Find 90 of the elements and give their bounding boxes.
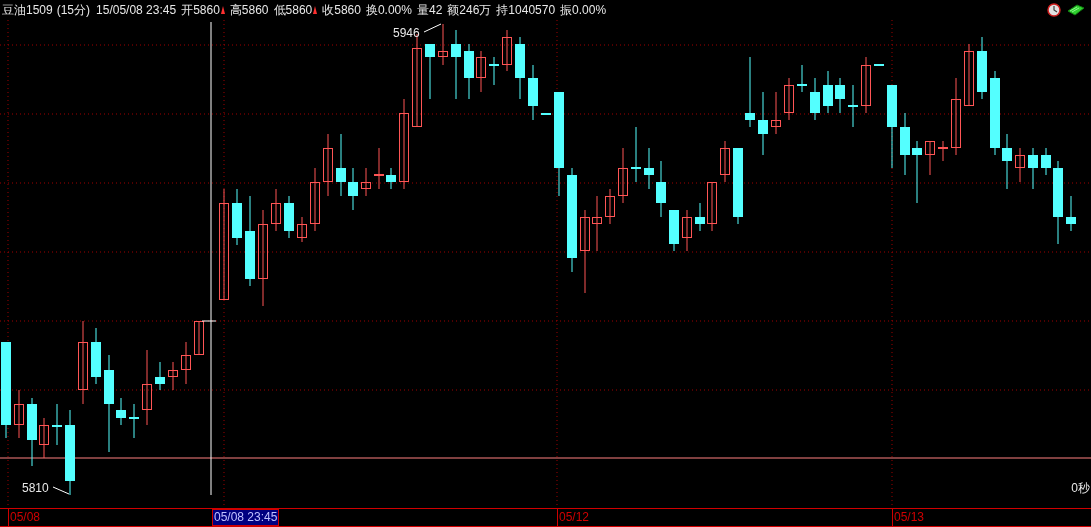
candlestick	[232, 188, 242, 246]
candlestick	[669, 209, 679, 252]
candlestick	[116, 397, 126, 426]
clock-icon[interactable]	[1047, 3, 1061, 17]
axis-date-label: 05/08	[8, 509, 41, 526]
candlestick	[374, 147, 384, 190]
candlestick	[91, 327, 101, 385]
candlestick	[476, 50, 486, 93]
candlestick	[874, 63, 884, 67]
candlestick	[823, 70, 833, 114]
quote-field: 低5860	[273, 1, 313, 19]
candlestick	[1028, 147, 1038, 190]
candlestick	[707, 181, 717, 232]
candlestick	[194, 320, 204, 356]
candlestick	[502, 29, 512, 72]
candlestick	[1041, 147, 1051, 176]
candlestick	[592, 195, 602, 252]
quote-field: 量42	[416, 1, 443, 19]
candlestick	[515, 36, 525, 100]
candlestick	[361, 167, 371, 197]
candlestick	[528, 64, 538, 121]
candlestick	[438, 23, 448, 66]
candlestick	[977, 36, 987, 100]
quote-field: 持1040570	[496, 1, 556, 19]
candlestick	[39, 417, 49, 459]
book-icon[interactable]	[1067, 4, 1085, 16]
candlestick	[900, 112, 910, 176]
candlestick	[720, 140, 730, 183]
triangle-icon	[313, 6, 318, 14]
candlestick	[27, 397, 37, 467]
candlestick	[489, 56, 499, 86]
candlestick	[1066, 195, 1076, 232]
candlestick	[605, 188, 615, 225]
candlestick	[155, 361, 165, 391]
candlestick	[771, 91, 781, 135]
instrument-name: 豆油1509	[2, 2, 53, 19]
candlestick	[52, 403, 62, 446]
candlestick	[682, 209, 692, 252]
bar-time: 15/05/08 23:45	[96, 2, 177, 19]
candlestick	[541, 112, 551, 116]
candlestick	[784, 77, 794, 121]
candlestick	[848, 84, 858, 128]
candlestick	[938, 140, 948, 162]
candlestick	[348, 167, 358, 211]
triangle-icon	[220, 6, 225, 14]
axis-date-label: 05/12	[557, 509, 590, 526]
high-price-label: 5946	[393, 25, 420, 42]
candlestick	[168, 361, 178, 391]
leader-line	[423, 23, 442, 33]
candlestick	[964, 43, 974, 107]
candlestick	[758, 91, 768, 156]
quote-field: 高5860	[229, 1, 269, 19]
candlestick	[912, 140, 922, 204]
candlestick	[181, 341, 191, 385]
candlestick	[323, 133, 333, 197]
candlestick	[14, 389, 24, 439]
axis-date-label: 05/13	[892, 509, 925, 526]
candlestick	[297, 216, 307, 243]
candlestick	[336, 133, 346, 197]
candlestick	[1015, 147, 1025, 183]
candlestick	[835, 77, 845, 114]
quote-field: 换0.00%	[365, 1, 412, 19]
countdown-label: 0秒	[1071, 480, 1090, 497]
candlestick	[1002, 133, 1012, 190]
period-label: (15分)	[56, 2, 91, 19]
leader-line	[52, 486, 70, 495]
candlestick	[797, 64, 807, 93]
candlestick	[745, 56, 755, 128]
candlestick	[425, 43, 435, 100]
quote-field: 开5860	[181, 1, 220, 19]
candlestick	[451, 29, 461, 100]
candlestick	[695, 202, 705, 232]
quote-field: 振0.00%	[560, 1, 607, 19]
candlestick	[129, 403, 139, 439]
candlestick	[925, 140, 935, 176]
candlestick	[310, 167, 320, 232]
candlestick	[861, 56, 871, 114]
candlestick	[386, 167, 396, 190]
candlestick	[644, 147, 654, 190]
candlestick	[284, 195, 294, 239]
low-price-label: 5810	[22, 480, 49, 497]
candlestick	[618, 147, 628, 204]
quote-field: 收5860	[322, 1, 361, 19]
candlestick	[810, 77, 820, 121]
candlestick	[631, 126, 641, 183]
candlestick	[656, 160, 666, 218]
cursor-time-label: 05/08 23:45	[212, 509, 280, 526]
candlestick	[464, 43, 474, 100]
quote-field: 额246万	[447, 1, 492, 19]
candlestick	[271, 188, 281, 232]
